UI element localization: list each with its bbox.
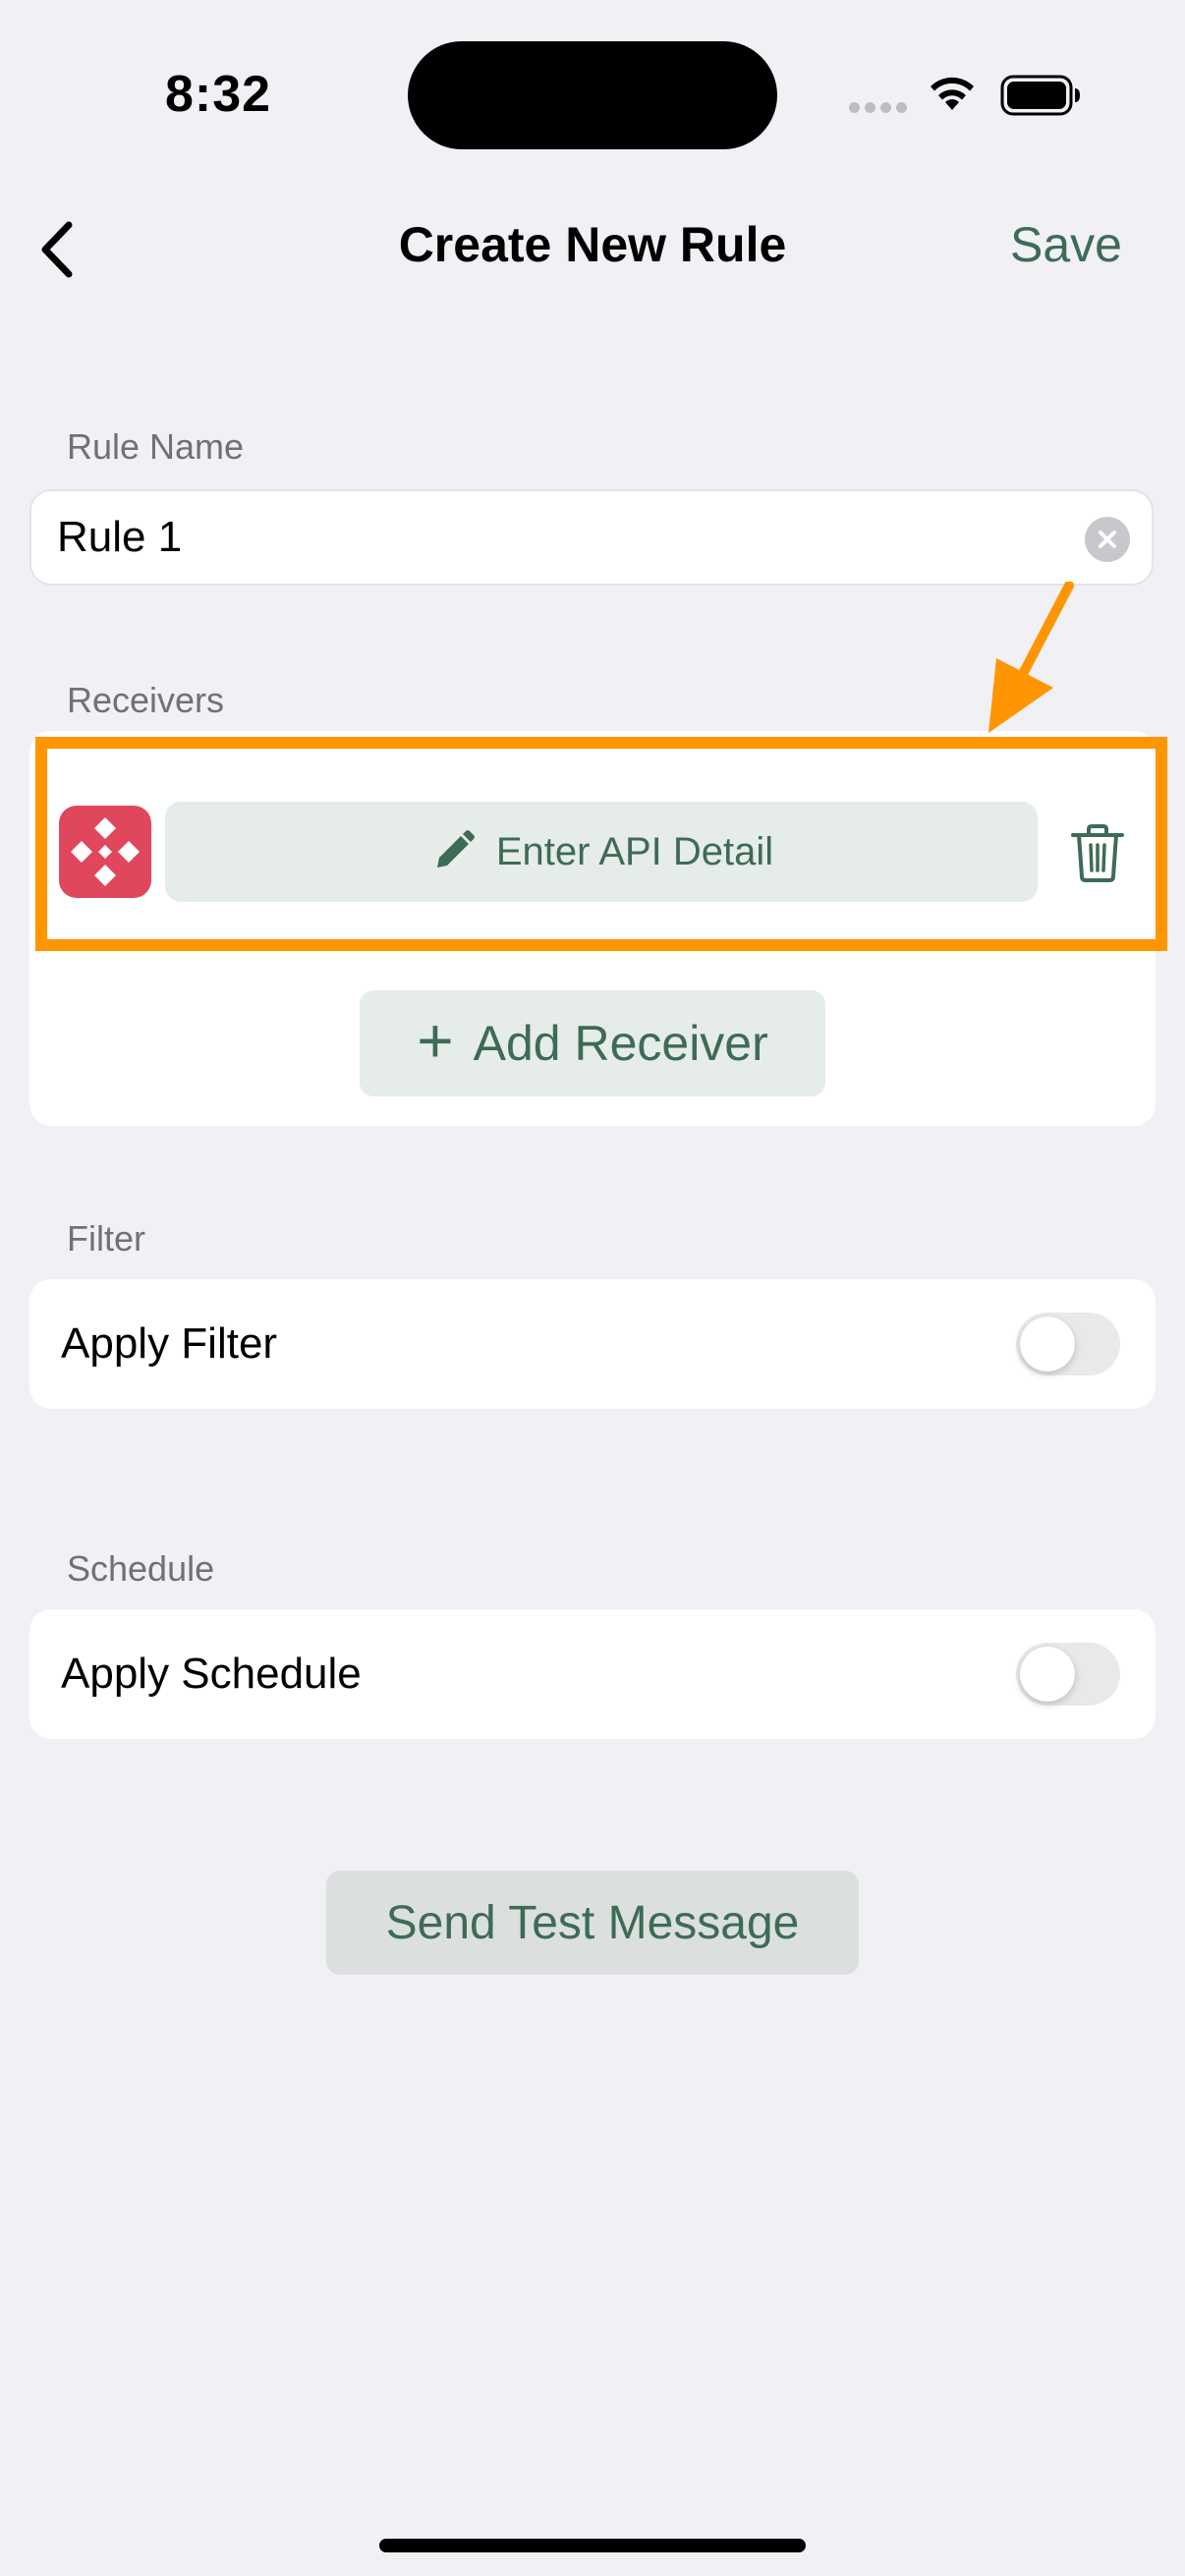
dynamic-island <box>408 41 777 149</box>
clear-text-button[interactable] <box>1085 517 1130 562</box>
receivers-label: Receivers <box>67 680 225 720</box>
apply-filter-row: Apply Filter <box>29 1279 1156 1409</box>
add-receiver-button[interactable]: + Add Receiver <box>360 990 825 1096</box>
orange-arrow-icon <box>983 581 1081 744</box>
cellular-signal-icon <box>849 100 912 118</box>
send-test-message-button[interactable]: Send Test Message <box>326 1871 859 1975</box>
status-time: 8:32 <box>165 66 272 123</box>
apply-schedule-label: Apply Schedule <box>61 1650 362 1698</box>
battery-icon <box>1000 75 1081 121</box>
plus-icon: + <box>417 1005 454 1076</box>
home-indicator <box>379 2539 806 2552</box>
apply-schedule-row: Apply Schedule <box>29 1609 1156 1739</box>
filter-label: Filter <box>67 1218 145 1259</box>
rule-name-label: Rule Name <box>67 426 245 467</box>
add-receiver-label: Add Receiver <box>473 1016 768 1071</box>
clear-circle-icon <box>1099 531 1116 548</box>
annotation-highlight <box>35 737 1167 951</box>
save-button[interactable]: Save <box>1010 216 1122 273</box>
page-title: Create New Rule <box>398 217 787 272</box>
schedule-label: Schedule <box>67 1548 215 1589</box>
apply-schedule-toggle[interactable] <box>1016 1643 1120 1706</box>
wifi-icon <box>926 71 979 117</box>
rule-name-field[interactable] <box>29 489 1154 586</box>
apply-filter-toggle[interactable] <box>1016 1313 1120 1375</box>
apply-filter-label: Apply Filter <box>61 1319 278 1368</box>
rule-name-input[interactable] <box>55 512 1042 563</box>
